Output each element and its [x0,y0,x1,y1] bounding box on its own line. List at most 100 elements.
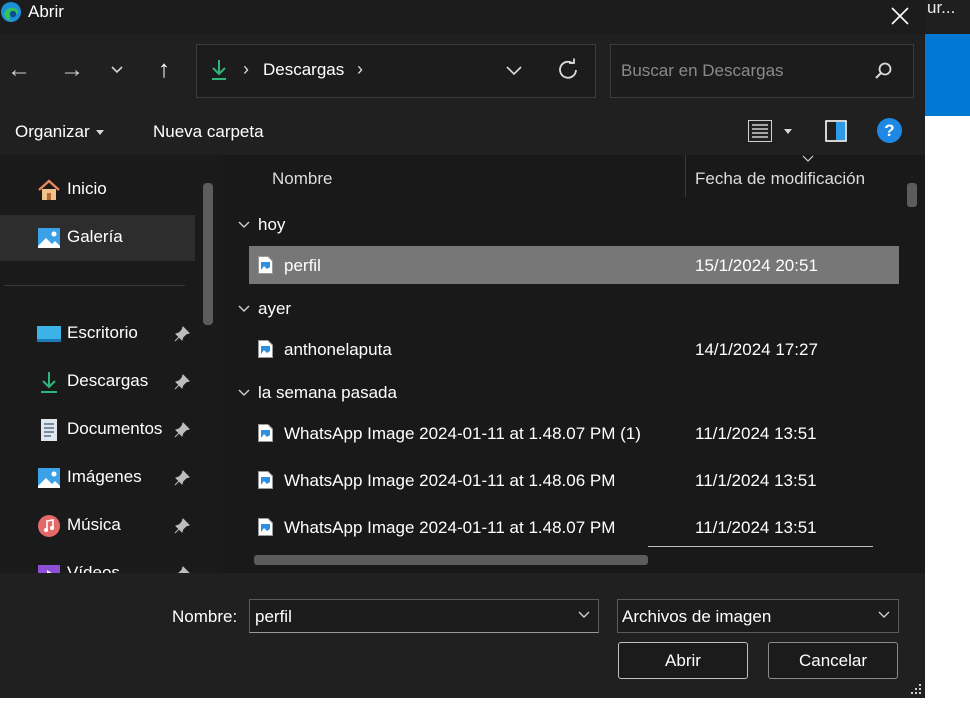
chevron-down-icon [111,66,123,74]
sidebar-item-label: Galería [67,227,123,246]
column-header-name[interactable]: Nombre [272,169,332,189]
filename-label: Nombre: [172,607,238,626]
sidebar-item-galeria[interactable]: Galería [0,215,195,261]
chevron-down-icon [506,66,522,76]
address-bar[interactable]: › Descargas › [196,44,596,98]
image-file-icon [258,340,273,358]
sidebar-item-descargas[interactable]: Descargas [0,359,195,405]
details-view-icon [748,120,772,142]
group-label: hoy [258,215,286,234]
organize-menu[interactable]: Organizar [15,122,104,142]
open-file-dialog: Abrir ← → ↑ › Descargas › Buscar en Desc… [0,0,925,698]
refresh-button[interactable] [556,58,580,87]
file-row[interactable]: perfil 15/1/2024 20:51 [249,246,899,284]
background-window: ur... [925,0,970,711]
resize-grip-icon[interactable] [910,683,922,695]
downloads-icon [41,372,57,393]
group-header-hoy[interactable]: hoy [238,215,285,235]
sidebar-item-escritorio[interactable]: Escritorio [0,311,195,357]
open-button[interactable]: Abrir [618,642,748,679]
horizontal-scrollbar-thumb[interactable] [254,555,648,565]
file-date: 11/1/2024 13:51 [695,424,817,443]
refresh-icon [559,58,577,79]
column-header-date[interactable]: Fecha de modificación [695,169,865,189]
sidebar-item-label: Descargas [67,371,149,390]
caret-down-icon [784,129,793,134]
filename-input[interactable]: perfil [255,607,292,627]
column-separator[interactable] [685,155,686,197]
help-icon: ? [884,121,895,140]
sidebar-item-musica[interactable]: Música [0,503,195,549]
file-name: WhatsApp Image 2024-01-11 at 1.48.07 PM … [284,424,641,443]
background-accent-panel [925,34,970,116]
file-name: WhatsApp Image 2024-01-11 at 1.48.06 PM [284,471,616,490]
downloads-icon [212,60,226,80]
sidebar-item-imagenes[interactable]: Imágenes [0,455,195,501]
navigation-bar: ← → ↑ › Descargas › Buscar en Descargas [0,34,925,109]
up-button[interactable]: ↑ [150,52,178,88]
image-file-icon [258,518,273,536]
pin-icon [174,518,190,534]
music-icon [38,515,60,537]
preview-pane-icon [825,120,847,142]
file-row[interactable]: WhatsApp Image 2024-01-11 at 1.48.07 PM … [249,508,899,546]
pin-icon [174,470,190,486]
title-bar: Abrir [0,0,925,34]
group-label: la semana pasada [258,383,397,402]
desktop-icon [37,326,61,342]
forward-button[interactable]: → [57,52,87,88]
file-list-scrollbar-thumb[interactable] [907,183,917,207]
pictures-icon [38,468,60,488]
chevron-down-icon [238,389,250,396]
back-button[interactable]: ← [4,52,34,88]
background-titlebar: ur... [925,0,970,34]
forward-arrow-icon: → [60,56,84,83]
file-row[interactable]: anthonelaputa 14/1/2024 17:27 [249,330,899,368]
file-type-select[interactable]: Archivos de imagen [617,599,899,633]
address-history-dropdown[interactable] [504,60,524,85]
back-arrow-icon: ← [7,56,31,83]
pin-icon [174,326,190,342]
breadcrumb-separator-end[interactable]: › [357,59,363,80]
search-box[interactable]: Buscar en Descargas [610,44,914,98]
home-icon [38,179,60,200]
breadcrumb-descargas[interactable]: Descargas [263,60,344,80]
search-input[interactable]: Buscar en Descargas [621,61,784,81]
caret-down-icon [95,130,104,136]
new-folder-button[interactable]: Nueva carpeta [153,122,264,142]
file-row[interactable]: WhatsApp Image 2024-01-11 at 1.48.07 PM … [249,414,899,452]
file-date: 11/1/2024 13:51 [695,471,817,490]
filename-combobox[interactable]: perfil [249,599,599,633]
sidebar-item-documentos[interactable]: Documentos [0,407,195,453]
file-list: Nombre Fecha de modificación hoy perfil … [222,155,925,573]
sidebar-item-label: Música [67,515,121,534]
group-header-ayer[interactable]: ayer [238,299,291,319]
file-name: perfil [284,256,321,275]
sort-indicator-icon [802,155,814,162]
chevron-down-icon [238,305,250,312]
chevron-down-icon[interactable] [577,609,591,621]
command-bar: Organizar Nueva carpeta ? [0,109,925,155]
sidebar-scrollbar-thumb[interactable] [203,183,213,325]
background-title-text: ur... [927,0,956,17]
close-button[interactable] [889,0,911,34]
search-icon [875,62,892,79]
pin-icon [174,422,190,438]
sidebar-item-label: Escritorio [67,323,138,342]
recent-locations-button[interactable] [106,52,128,88]
sidebar-item-inicio[interactable]: Inicio [0,167,195,213]
organize-label: Organizar [15,122,90,141]
pin-icon [174,374,190,390]
file-name: anthonelaputa [284,340,392,359]
help-button[interactable]: ? [877,118,902,143]
navigation-pane: Inicio Galería Escritorio Descargas Docu… [0,155,222,583]
group-header-la-semana-pasada[interactable]: la semana pasada [238,383,397,403]
preview-pane-button[interactable] [825,120,847,147]
sidebar-item-label: Inicio [67,179,107,198]
up-arrow-icon: ↑ [158,56,170,83]
file-name: WhatsApp Image 2024-01-11 at 1.48.07 PM [284,518,616,537]
cancel-button[interactable]: Cancelar [768,642,898,679]
documents-icon [41,419,57,441]
view-options-button[interactable] [748,120,793,147]
file-row[interactable]: WhatsApp Image 2024-01-11 at 1.48.06 PM … [249,461,899,499]
